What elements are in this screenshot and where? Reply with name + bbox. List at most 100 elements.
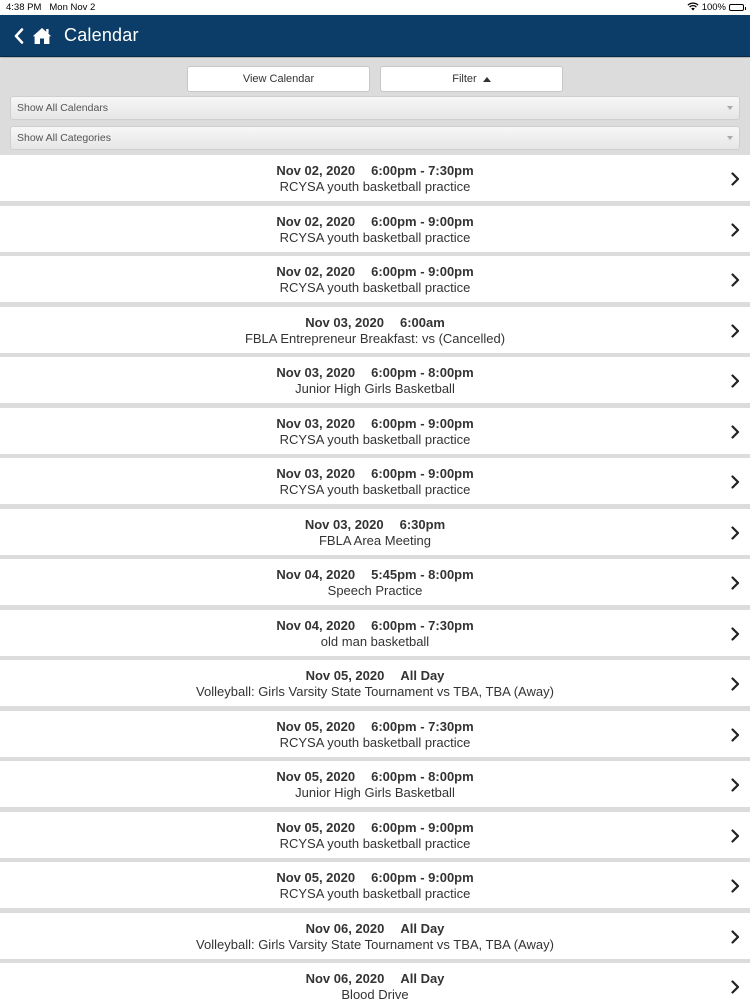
chevron-right-icon — [731, 828, 740, 843]
event-date-time: Nov 02, 2020 6:00pm - 7:30pm — [0, 155, 750, 178]
event-time: 6:00pm - 7:30pm — [371, 163, 474, 178]
event-row[interactable]: Nov 06, 2020 All Day Volleyball: Girls Var… — [0, 912, 750, 959]
event-date-time: Nov 05, 2020 6:00pm - 8:00pm — [0, 761, 750, 784]
event-row[interactable]: Nov 05, 2020 6:00pm - 8:00pm Junior High G… — [0, 761, 750, 807]
navigation-bar: Calendar — [0, 15, 750, 57]
calendars-select[interactable]: Show All Calendars — [10, 96, 740, 120]
status-bar: 4:38 PM Mon Nov 2 100% — [0, 0, 750, 15]
event-date: Nov 02, 2020 — [276, 163, 356, 178]
event-date-time: Nov 03, 2020 6:00pm - 8:00pm — [0, 357, 750, 380]
chevron-right-icon — [731, 424, 740, 439]
dropdown-arrow-icon — [727, 106, 733, 110]
chevron-right-icon — [731, 273, 740, 287]
event-row[interactable]: Nov 03, 2020 6:00am FBLA Entrepreneur Brea… — [0, 306, 750, 353]
event-row[interactable]: Nov 05, 2020 6:00pm - 7:30pm RCYSA youth b… — [0, 710, 750, 757]
filter-label: Filter — [452, 73, 477, 85]
status-time: 4:38 PM — [6, 2, 42, 13]
event-time: 6:00pm - 9:00pm — [371, 870, 474, 885]
back-chevron-icon[interactable] — [14, 24, 30, 48]
event-time: 6:00am — [399, 314, 445, 330]
dropdown-arrow-icon — [727, 136, 733, 140]
event-row[interactable]: Nov 03, 2020 6:00pm - 8:00pm Junior High G… — [0, 357, 750, 403]
event-row[interactable]: Nov 06, 2020 All Day Blood Drive — [0, 963, 750, 1000]
event-title: RCYSA youth basketball practice — [279, 229, 471, 245]
view-calendar-label: View Calendar — [242, 73, 315, 85]
event-title: FBLA Area Meeting — [318, 532, 431, 548]
battery-icon — [729, 4, 746, 11]
event-title: RCYSA youth basketball practice — [279, 886, 471, 901]
wifi-icon — [687, 2, 699, 14]
event-row[interactable]: Nov 02, 2020 6:00pm - 9:00pm RCYSA youth b… — [0, 205, 750, 252]
event-date: Nov 05, 2020 — [305, 668, 385, 683]
event-title: Junior High Girls Basketball — [295, 381, 455, 396]
event-time: 6:00pm - 8:00pm — [371, 365, 474, 380]
event-title: old man basketball — [320, 633, 430, 649]
event-time: 5:45pm - 8:00pm — [371, 567, 474, 582]
event-row[interactable]: Nov 03, 2020 6:00pm - 9:00pm RCYSA youth b… — [0, 458, 750, 504]
event-date: Nov 03, 2020 — [305, 314, 384, 330]
categories-select-value: Show All Categories — [17, 132, 111, 144]
home-icon[interactable] — [32, 24, 54, 48]
page-title: Calendar — [64, 25, 139, 45]
event-date: Nov 05, 2020 — [276, 769, 356, 784]
event-date-time: Nov 05, 2020 All Day — [0, 660, 750, 683]
event-row[interactable]: Nov 02, 2020 6:00pm - 9:00pm RCYSA youth b… — [0, 256, 750, 302]
categories-select[interactable]: Show All Categories — [10, 126, 740, 150]
event-title: RCYSA youth basketball practice — [279, 179, 471, 194]
event-time: 6:00pm - 8:00pm — [371, 769, 474, 784]
event-row[interactable]: Nov 05, 2020 6:00pm - 9:00pm RCYSA youth b… — [0, 862, 750, 908]
calendars-select-value: Show All Calendars — [17, 102, 109, 114]
event-date-time: Nov 06, 2020 All Day — [0, 963, 750, 986]
event-time: 6:00pm - 9:00pm — [371, 819, 474, 835]
event-date-time: Nov 04, 2020 6:00pm - 7:30pm — [0, 610, 750, 633]
event-date: Nov 04, 2020 — [276, 617, 356, 633]
event-row[interactable]: Nov 03, 2020 6:30pm FBLA Area Meeting — [0, 508, 750, 555]
event-row[interactable]: Nov 04, 2020 5:45pm - 8:00pm Speech Practi… — [0, 559, 750, 605]
event-date-time: Nov 05, 2020 6:00pm - 9:00pm — [0, 862, 750, 885]
event-date-time: Nov 02, 2020 6:00pm - 9:00pm — [0, 256, 750, 279]
view-calendar-button[interactable]: View Calendar — [187, 66, 370, 92]
event-row[interactable]: Nov 03, 2020 6:00pm - 9:00pm RCYSA youth b… — [0, 407, 750, 454]
event-date-time: Nov 03, 2020 6:00am — [0, 307, 750, 330]
event-title: Volleyball: Girls Varsity State Tourname… — [196, 684, 554, 699]
event-date: Nov 05, 2020 — [276, 718, 356, 734]
event-title: RCYSA youth basketball practice — [279, 280, 471, 295]
event-row[interactable]: Nov 04, 2020 6:00pm - 7:30pm old man baske… — [0, 609, 750, 656]
event-date: Nov 03, 2020 — [276, 365, 356, 380]
filter-button[interactable]: Filter — [380, 66, 563, 92]
chevron-right-icon — [731, 576, 740, 590]
event-date-time: Nov 02, 2020 6:00pm - 9:00pm — [0, 206, 750, 229]
chevron-right-icon — [731, 525, 740, 540]
event-date: Nov 06, 2020 — [305, 920, 385, 936]
event-title: Blood Drive — [341, 987, 409, 1000]
event-date-time: Nov 05, 2020 6:00pm - 9:00pm — [0, 812, 750, 835]
status-date: Mon Nov 2 — [49, 2, 96, 13]
battery-percent: 100% — [701, 2, 726, 13]
chevron-right-icon — [731, 929, 740, 944]
event-date-time: Nov 03, 2020 6:30pm — [0, 509, 750, 532]
event-time: All Day — [400, 971, 445, 986]
event-row[interactable]: Nov 05, 2020 All Day Volleyball: Girls Var… — [0, 660, 750, 706]
event-list: Nov 02, 2020 6:00pm - 7:30pm RCYSA youth b… — [0, 155, 750, 1000]
event-title: Junior High Girls Basketball — [295, 785, 455, 800]
event-time: 6:00pm - 9:00pm — [371, 466, 474, 481]
event-title: Speech Practice — [327, 583, 423, 598]
event-title: RCYSA youth basketball practice — [279, 734, 471, 750]
event-title: FBLA Entrepreneur Breakfast: vs (Cancell… — [244, 330, 506, 346]
chevron-right-icon — [731, 374, 740, 388]
event-time: 6:00pm - 7:30pm — [371, 718, 474, 734]
event-title: RCYSA youth basketball practice — [279, 482, 471, 497]
chevron-right-icon — [731, 677, 740, 691]
event-date: Nov 05, 2020 — [276, 870, 356, 885]
chevron-right-icon — [731, 727, 740, 742]
event-time: 6:00pm - 9:00pm — [371, 213, 474, 229]
chevron-right-icon — [731, 879, 740, 893]
chevron-right-icon — [731, 475, 740, 489]
event-time: All Day — [400, 920, 445, 936]
event-date: Nov 03, 2020 — [276, 415, 356, 431]
event-row[interactable]: Nov 02, 2020 6:00pm - 7:30pm RCYSA youth b… — [0, 155, 750, 201]
event-date-time: Nov 06, 2020 All Day — [0, 913, 750, 936]
chevron-right-icon — [731, 626, 740, 641]
event-time: 6:00pm - 9:00pm — [371, 415, 474, 431]
event-row[interactable]: Nov 05, 2020 6:00pm - 9:00pm RCYSA youth b… — [0, 811, 750, 858]
